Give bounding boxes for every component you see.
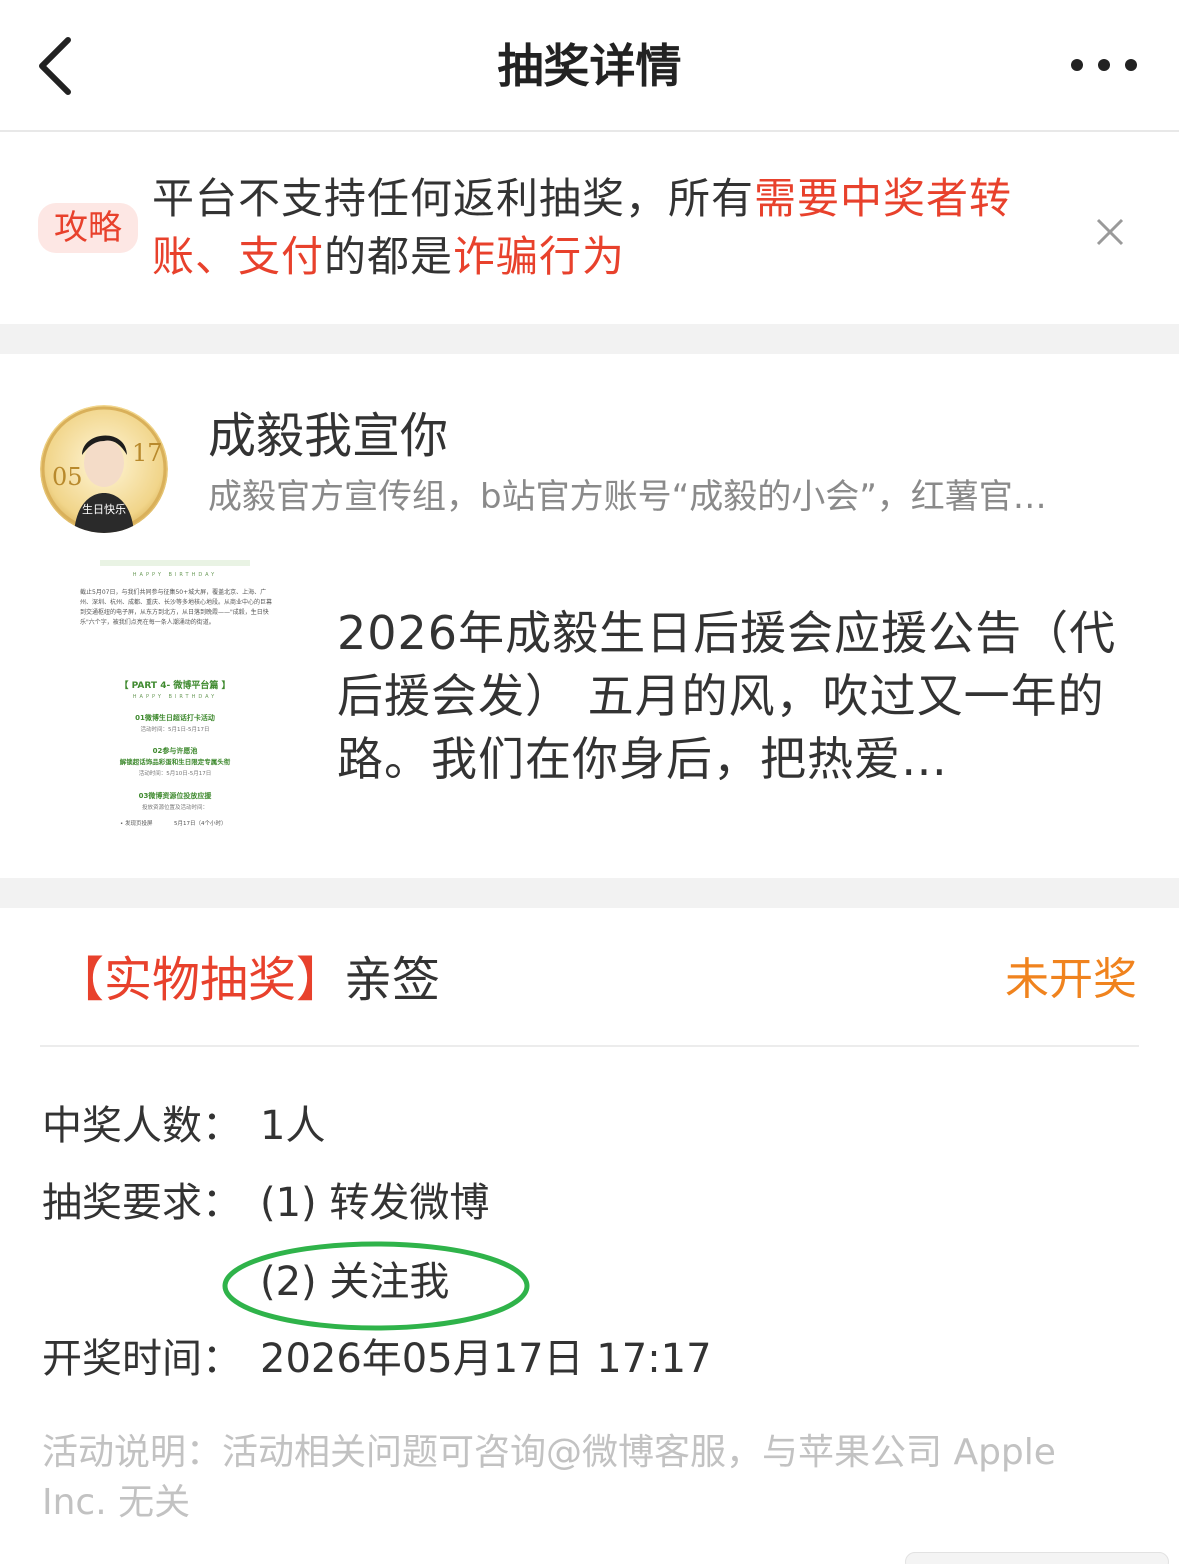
avatar-badge-caption: 生日快乐 xyxy=(82,502,126,516)
close-icon xyxy=(1096,218,1124,246)
thumb-item-sub: 活动时间：5月1日-5月17日 xyxy=(141,725,210,733)
activity-footnote: 活动说明：活动相关问题可咨询@微博客服，与苹果公司 Apple Inc. 无关 xyxy=(42,1432,1056,1523)
guide-tag: 攻略 xyxy=(38,203,138,253)
thumb-part-title: 【 PART 4- 微博平台篇 】 xyxy=(120,679,231,691)
lottery-prize: 亲签 xyxy=(344,952,441,1008)
thumb-item-title: 03微博资源位投放应援 xyxy=(139,791,213,800)
warning-text-part: 平台不支持任何返利抽奖，所有 xyxy=(152,174,755,223)
thumbnail-image: HAPPY BIRTHDAY 截止5月07日，与我们共同参与征集50+城大屏，覆… xyxy=(70,560,280,832)
thumb-header: HAPPY BIRTHDAY xyxy=(133,572,217,578)
fraud-warning-text: 平台不支持任何返利抽奖，所有需要中奖者转账、支付的都是诈骗行为 xyxy=(152,170,1052,286)
thumb-item-sub: 活动时间：5月10日-5月17日 xyxy=(139,769,211,777)
more-dots-icon xyxy=(1071,59,1137,71)
avatar-badge-left: 05 xyxy=(52,463,83,491)
thumb-item-title2: 解锁超话饰品彩蛋和生日限定专属头衔 xyxy=(120,757,231,766)
winners-label: 中奖人数： xyxy=(42,1103,242,1149)
lottery-status: 未开奖 xyxy=(1005,954,1137,1005)
scroll-indicator[interactable] xyxy=(905,1552,1169,1564)
thumb-paragraph: 截止5月07日，与我们共同参与征集50+城大屏，覆盖北京、上海、广州、深圳、杭州… xyxy=(80,589,272,626)
lottery-detail-page: 抽奖详情 攻略 平台不支持任何返利抽奖，所有需要中奖者转账、支付的都是诈骗行为 xyxy=(0,0,1179,1564)
thumb-item-sub: 投放资源位置及活动时间： xyxy=(142,803,208,811)
thumb-item-title: 01微博生日超话打卡活动 xyxy=(135,713,215,722)
thumb-part-sub: HAPPY BIRTHDAY xyxy=(133,694,217,700)
requirement-label: 抽奖要求： xyxy=(42,1180,242,1226)
post-excerpt[interactable]: 2026年成毅生日后援会应援公告（代后援会发） 五月的风，吹过又一年的路。我们在… xyxy=(337,602,1127,791)
thumb-footer-left: • 发现页投屏 xyxy=(120,819,153,827)
green-circle-annotation xyxy=(222,1241,530,1331)
page-title: 抽奖详情 xyxy=(497,39,682,93)
author-description: 成毅官方宣传组，b站官方账号“成毅的小会”，红薯官… xyxy=(208,477,1047,517)
winners-value: 1人 xyxy=(260,1103,326,1149)
author-name[interactable]: 成毅我宣你 xyxy=(208,404,448,468)
avatar-image: 05 17 生日快乐 xyxy=(40,405,168,533)
warning-text-part: 的都是 xyxy=(324,232,454,281)
divider xyxy=(40,1045,1139,1047)
author-avatar[interactable]: 05 17 生日快乐 xyxy=(40,405,168,533)
warning-text-highlight: 诈骗行为 xyxy=(453,232,626,281)
section-separator xyxy=(0,878,1179,908)
close-banner-button[interactable] xyxy=(1093,215,1127,249)
post-thumbnail[interactable]: HAPPY BIRTHDAY 截止5月07日，与我们共同参与征集50+城大屏，覆… xyxy=(70,560,280,832)
draw-time-row: 开奖时间： 2026年05月17日 17:17 xyxy=(42,1331,712,1387)
draw-time-label: 开奖时间： xyxy=(42,1336,242,1382)
lottery-title: 【实物抽奖】亲签 xyxy=(56,948,440,1012)
section-separator xyxy=(0,324,1179,354)
lottery-type-label: 【实物抽奖】 xyxy=(56,952,345,1008)
nav-header: 抽奖详情 xyxy=(0,0,1179,132)
avatar-badge-right: 17 xyxy=(132,439,163,467)
winners-row: 中奖人数： 1人 xyxy=(42,1098,325,1154)
draw-time-value: 2026年05月17日 17:17 xyxy=(260,1336,712,1382)
thumb-item-title: 02参与许愿池 xyxy=(153,746,198,755)
requirement-row: 抽奖要求： (1) 转发微博 xyxy=(42,1175,489,1231)
requirement-1: (1) 转发微博 xyxy=(260,1180,490,1226)
thumb-footer-right: 5月17日（4个小时） xyxy=(174,819,227,827)
more-button[interactable] xyxy=(1069,50,1139,80)
